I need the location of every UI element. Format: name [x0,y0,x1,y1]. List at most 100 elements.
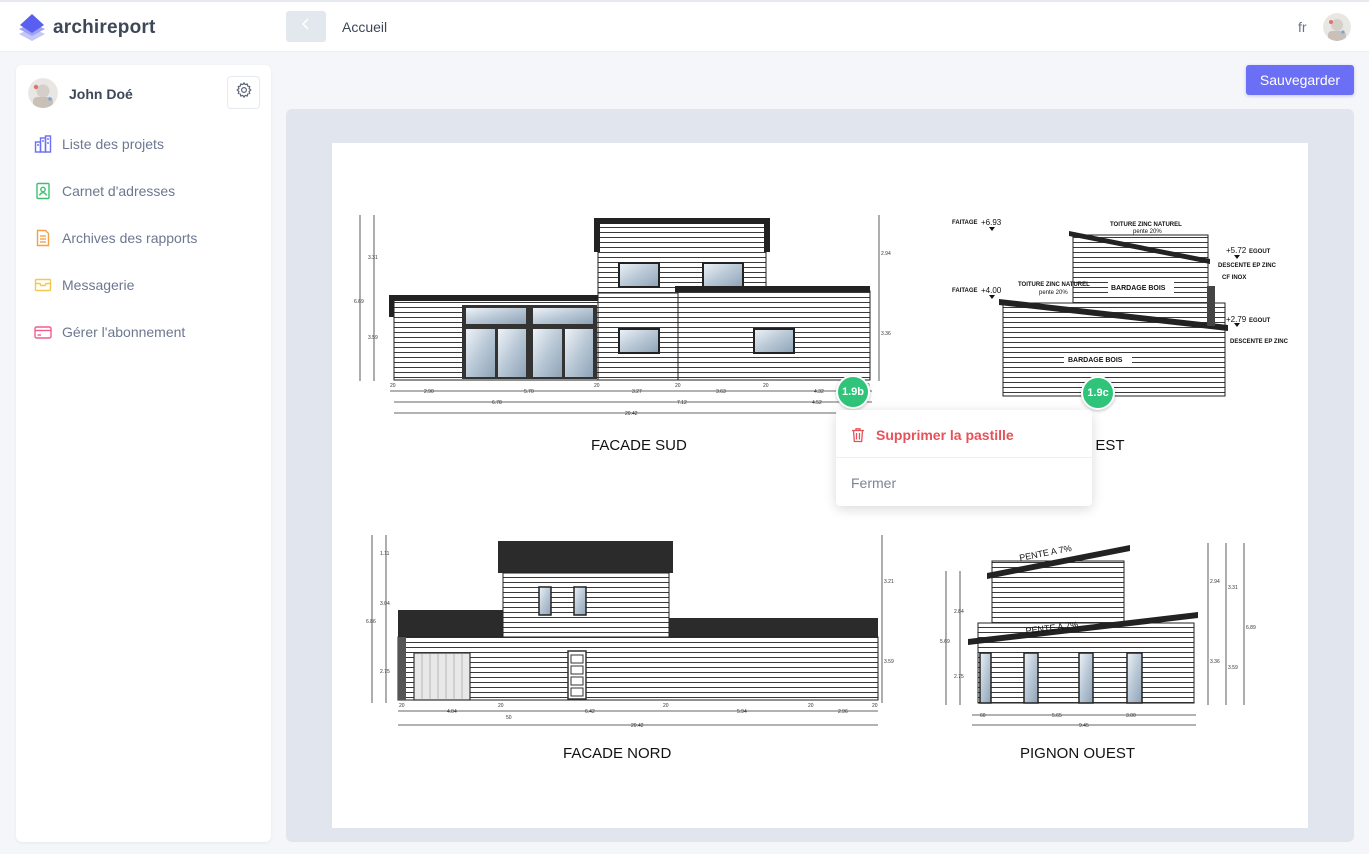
close-menu-button[interactable]: Fermer [836,459,1092,506]
vertical-dim: 6.89 [1246,625,1256,631]
dim-label: 3.63 [716,389,726,395]
facade-nord-drawing: 1.11 3.04 6.86 2.75 3.21 3.59 20 4.04 20… [366,535,894,729]
divider [836,457,1092,458]
vertical-dim: 3.59 [884,659,894,665]
drawing-title-pignon-ouest: PIGNON OUEST [1020,745,1136,762]
save-button[interactable]: Sauvegarder [1246,65,1354,95]
vertical-dim: 2.94 [1210,579,1220,585]
dim-label: 3.27 [632,389,642,395]
drawing-label: FAITAGE [952,288,978,294]
sidebar-item-label: Archives des rapports [62,230,198,246]
drawing-label: pente 20% [1133,229,1162,235]
drawing-label: TOITURE ZINC NATUREL [1110,222,1182,228]
drawing-label: BARDAGE BOIS [1111,285,1166,292]
vertical-dim: 2.75 [954,674,964,680]
dim-label: 20 [399,703,405,709]
drawing-label: BARDAGE BOIS [1068,357,1123,364]
dim-label: 20 [663,703,669,709]
sidebar-item-label: Carnet d'adresses [62,183,176,199]
delete-pin-label: Supprimer la pastille [876,426,1014,443]
dim-label: 6.78 [492,400,502,406]
inbox-icon [34,276,52,294]
sidebar-item-subscription[interactable]: Gérer l'abonnement [34,320,185,344]
drawing-label: +2.79 [1226,315,1247,324]
vertical-dim: 2.94 [881,251,891,257]
dim-label: 20.42 [631,723,644,729]
dim-label: 5.65 [1052,713,1062,719]
drawing-label: +6.93 [981,218,1002,227]
dim-label: 5.94 [737,709,747,715]
drawing-label: CF INOX [1222,275,1246,281]
vertical-dim: 1.11 [380,551,390,557]
facade-sud-drawing: 6.69 3.31 3.59 2.94 3.36 20 2.90 5.70 20… [354,215,891,417]
dim-label: 20 [390,383,396,389]
annotation-pin[interactable]: 1.9c [1081,376,1115,410]
drawing-label: TOITURE ZINC NATUREL [1018,282,1090,288]
vertical-dim: 6.86 [366,619,376,625]
dim-label: 4.04 [447,709,457,715]
sidebar: John Doé Liste des projets Carnet d'adre [16,65,271,842]
plan-sheet[interactable]: 6.69 3.31 3.59 2.94 3.36 20 2.90 5.70 20… [332,143,1308,828]
breadcrumb[interactable]: Accueil [342,19,387,35]
pin-context-menu: Supprimer la pastille Fermer [836,410,1092,506]
dim-label: 20.42 [625,411,638,417]
dim-label: 20 [498,703,504,709]
contact-card-icon [34,182,52,200]
credit-card-icon [34,323,52,341]
vertical-dim: 3.31 [368,255,378,261]
avatar[interactable] [1323,13,1351,41]
drawing-label: +5.72 [1226,246,1247,255]
dim-label: 20 [763,383,769,389]
drawing-label: EGOUT [1249,249,1271,255]
vertical-dim: 2.75 [380,669,390,675]
dim-label: 50 [506,715,512,721]
app-name: archireport [53,17,156,38]
dim-label: 5.70 [524,389,534,395]
sidebar-item-label: Messagerie [62,277,135,293]
vertical-dim: 3.04 [380,601,390,607]
settings-button[interactable] [227,76,260,109]
dim-label: 2.96 [838,709,848,715]
pignon-ouest-drawing: PENTE A 7% PENTE A 7% 2.84 5.69 2.75 2.9… [940,543,1256,729]
vertical-dim: 3.59 [368,335,378,341]
drawing-label: FAITAGE [952,220,978,226]
top-bar: archireport Accueil fr [0,0,1369,52]
sidebar-item-messages[interactable]: Messagerie [34,273,134,297]
sidebar-item-label: Liste des projets [62,136,164,152]
vertical-dim: 3.36 [1210,659,1220,665]
brand[interactable]: archireport [17,12,156,44]
back-button[interactable] [286,11,326,42]
language-selector[interactable]: fr [1298,19,1307,35]
trash-icon [851,427,865,443]
sidebar-item-reports[interactable]: Archives des rapports [34,226,197,250]
vertical-dim: 3.36 [881,331,891,337]
archireport-logo-icon [17,12,47,44]
vertical-dim: 6.69 [354,299,364,305]
vertical-dim: 3.31 [1228,585,1238,591]
drawing-label: EGOUT [1249,318,1271,324]
sidebar-item-contacts[interactable]: Carnet d'adresses [34,179,175,203]
buildings-icon [34,135,52,153]
vertical-dim: 3.21 [884,579,894,585]
drawing-title-facade-sud: FACADE SUD [591,437,687,454]
drawing-label: DESCENTE EP ZINC [1230,339,1289,345]
dim-label: 20 [872,703,878,709]
gear-icon [235,81,253,104]
drawing-title-facade-nord: FACADE NORD [563,745,672,762]
user-profile: John Doé [28,76,260,110]
dim-label: 6.42 [585,709,595,715]
dim-label: 4.32 [814,389,824,395]
delete-pin-button[interactable]: Supprimer la pastille [836,411,1092,458]
sidebar-item-label: Gérer l'abonnement [62,324,186,340]
avatar[interactable] [28,78,58,108]
elevation-drawings: 6.69 3.31 3.59 2.94 3.36 20 2.90 5.70 20… [354,215,1289,729]
dim-label: 20 [808,703,814,709]
document-icon [34,229,52,247]
chevron-left-icon [301,17,311,36]
annotation-pin[interactable]: 1.9b [836,375,870,409]
dim-label: 4.52 [812,400,822,406]
dim-label: 7.12 [677,400,687,406]
pignon-est-drawing: FAITAGE +6.93 FAITAGE +4.00 TOITURE ZINC… [952,218,1289,397]
vertical-dim: 2.84 [954,609,964,615]
sidebar-item-projects[interactable]: Liste des projets [34,132,164,156]
